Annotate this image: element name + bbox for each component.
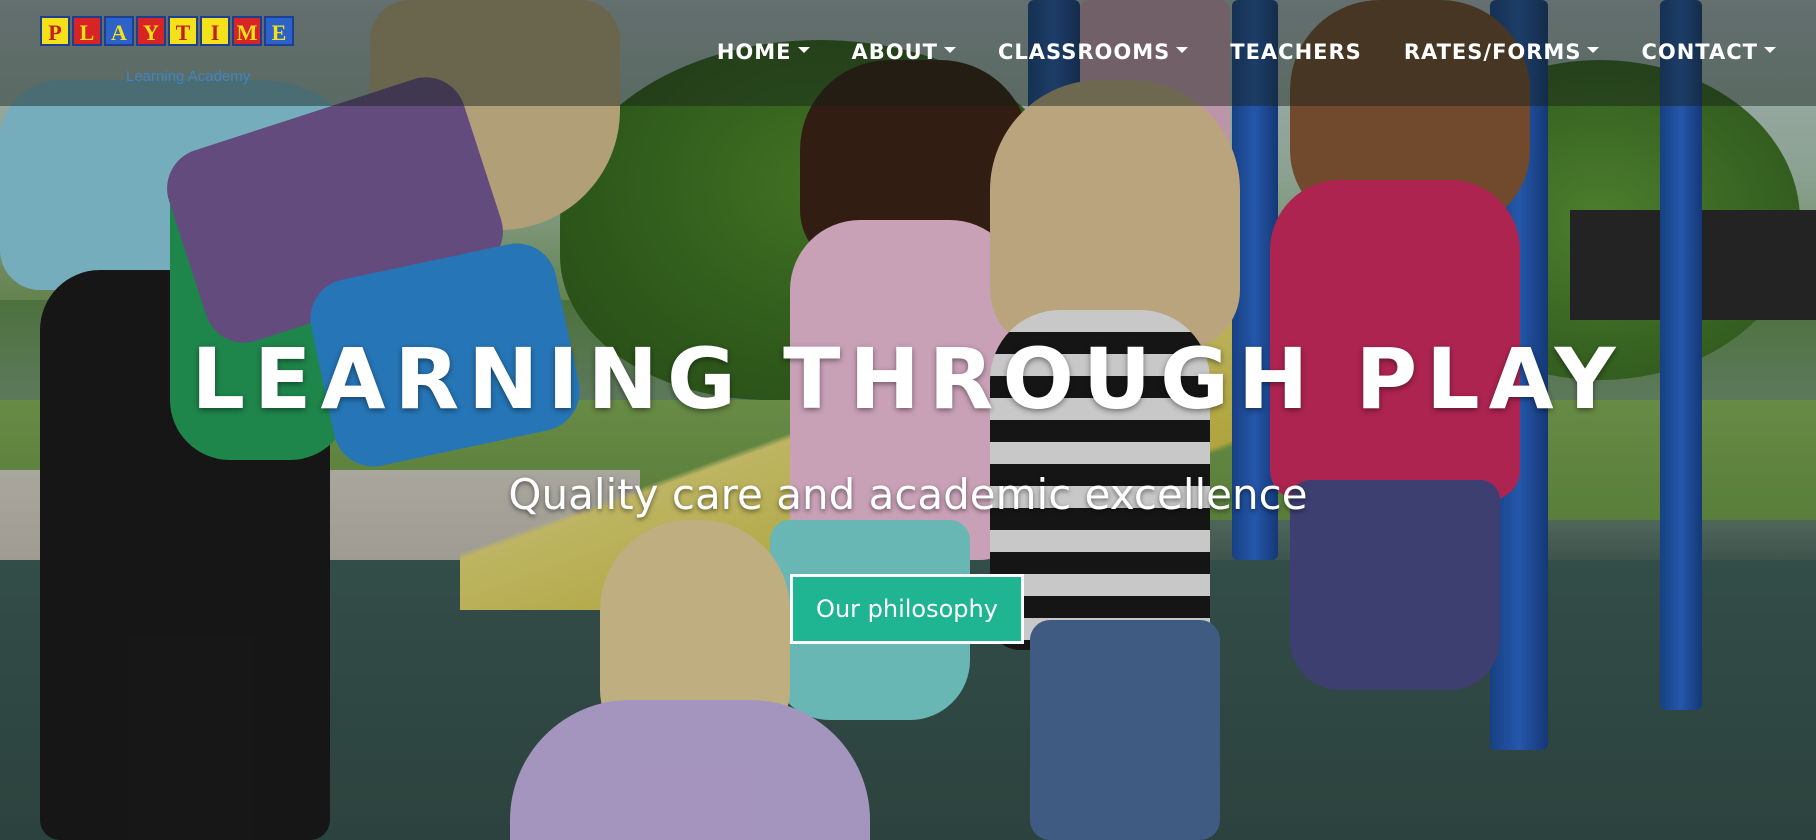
logo-subtitle: Learning Academy — [126, 68, 251, 85]
nav-item-label: TEACHERS — [1230, 40, 1362, 64]
caret-down-icon — [1176, 47, 1189, 53]
hero-subtitle: Quality care and academic excellence — [508, 470, 1308, 519]
nav-item-contact[interactable]: CONTACT — [1641, 40, 1776, 64]
nav-item-rates-forms[interactable]: RATES/FORMS — [1404, 40, 1600, 64]
nav-item-label: CONTACT — [1641, 40, 1758, 64]
our-philosophy-button[interactable]: Our philosophy — [790, 574, 1024, 644]
logo-block: E — [264, 16, 294, 46]
logo-block: M — [232, 16, 262, 46]
logo-block: Y — [136, 16, 166, 46]
nav-item-about[interactable]: ABOUT — [851, 40, 956, 64]
hero-title: LEARNING THROUGH PLAY — [191, 330, 1625, 428]
logo-block: T — [168, 16, 198, 46]
nav-item-label: HOME — [716, 40, 792, 64]
logo-block: P — [40, 16, 70, 46]
caret-down-icon — [1587, 47, 1600, 53]
caret-down-icon — [944, 47, 956, 53]
hero-section: P L A Y T I M E Learning Academy HOME AB… — [0, 0, 1816, 840]
logo-block: A — [104, 16, 134, 46]
top-navbar: P L A Y T I M E Learning Academy HOME AB… — [0, 0, 1816, 106]
caret-down-icon — [1764, 47, 1776, 53]
site-logo[interactable]: P L A Y T I M E Learning Academy — [40, 16, 380, 90]
caret-down-icon — [797, 47, 810, 53]
logo-block: L — [72, 16, 102, 46]
nav-item-teachers[interactable]: TEACHERS — [1230, 40, 1362, 64]
nav-item-home[interactable]: HOME — [717, 40, 810, 64]
nav-item-label: ABOUT — [851, 40, 938, 64]
nav-item-classrooms[interactable]: CLASSROOMS — [998, 40, 1189, 64]
nav-item-label: CLASSROOMS — [998, 40, 1171, 64]
main-nav: HOME ABOUT CLASSROOMS TEACHERS RATES/FOR… — [717, 40, 1776, 64]
nav-item-label: RATES/FORMS — [1403, 40, 1582, 64]
logo-block: I — [200, 16, 230, 46]
logo-letter-blocks: P L A Y T I M E — [40, 16, 380, 46]
